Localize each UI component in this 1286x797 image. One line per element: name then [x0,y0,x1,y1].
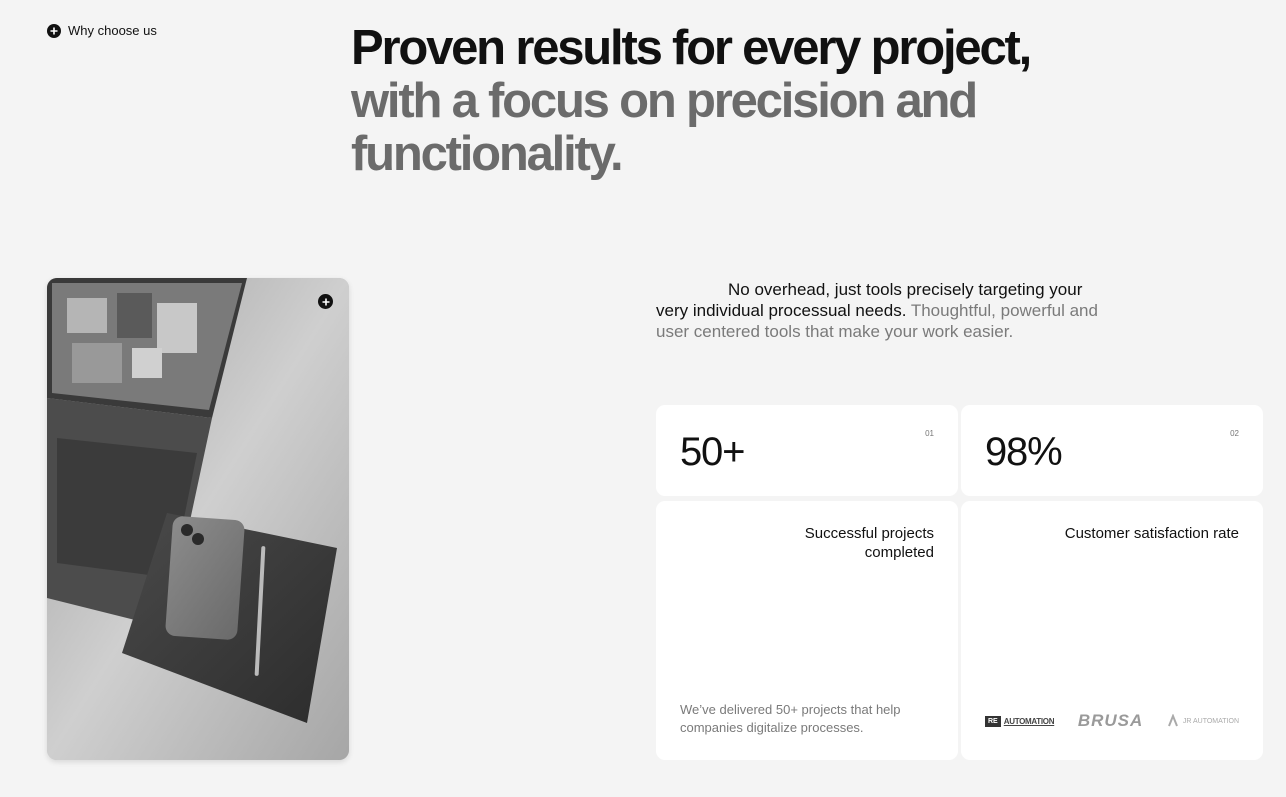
headline-primary: Proven results for every project, [351,21,1032,75]
client-logos: RE AUTOMATION BRUSA JR AUTOMATION [985,711,1239,731]
client-logo-re-automation: RE AUTOMATION [985,715,1055,727]
laptop-phone-photo [47,278,349,760]
stat-card-satisfaction: 98% 02 [961,405,1263,496]
stat-card-projects: 50+ 01 [656,405,958,496]
plus-circle-icon [47,23,61,38]
headline-secondary: with a focus on precision and functional… [351,74,978,181]
stat-index: 01 [925,429,934,438]
stat-title: Successful projects completed [804,525,934,561]
eyebrow-label: Why choose us [68,23,157,38]
hero-photo [47,278,349,760]
stat-detail-satisfaction: Customer satisfaction rate RE AUTOMATION… [961,501,1263,760]
stat-note: We’ve delivered 50+ projects that help c… [680,702,901,735]
plus-circle-icon [318,294,333,309]
intro-paragraph: No overhead, just tools precisely target… [656,279,1116,342]
stat-title: Customer satisfaction rate [1064,525,1239,542]
section-headline: Proven results for every project, with a… [351,22,1071,181]
logo-mark: RE [985,715,1001,727]
logo-word: AUTOMATION [1003,716,1055,726]
client-logo-jr-automation: JR AUTOMATION [1167,714,1239,728]
logo-word: JR AUTOMATION [1182,717,1239,725]
stat-index: 02 [1230,429,1239,438]
stat-value: 50+ [680,430,745,474]
client-logo-brusa: BRUSA [1077,711,1144,730]
jr-logo-icon [1167,714,1178,727]
stat-value: 98% [985,430,1063,474]
stat-detail-projects: Successful projects completed We’ve deli… [656,501,958,760]
section-eyebrow: Why choose us [47,23,157,38]
